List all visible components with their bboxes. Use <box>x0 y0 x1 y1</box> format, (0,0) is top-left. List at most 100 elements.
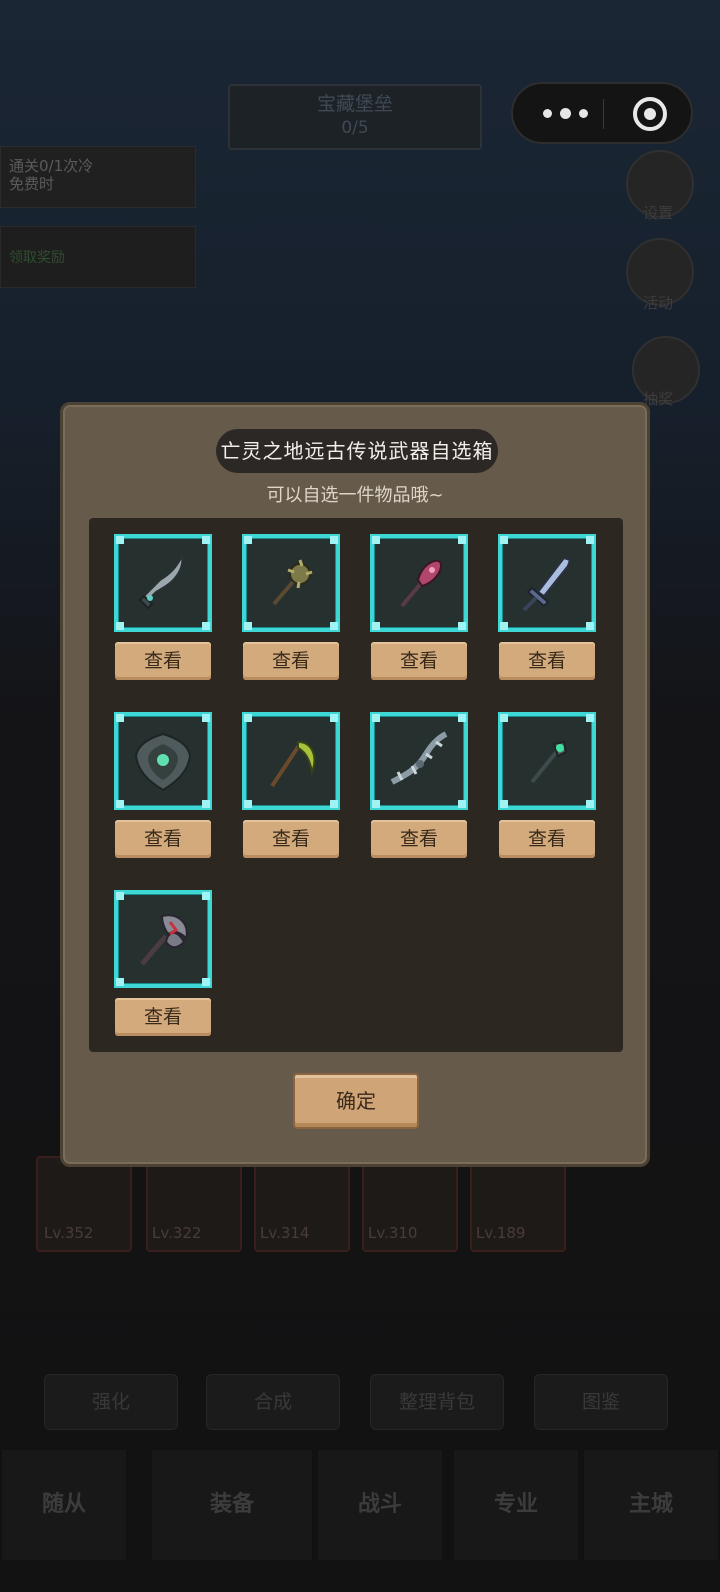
bg-card-level: Lv.310 <box>368 1224 418 1242</box>
frame-corner <box>586 714 594 722</box>
item-slot: 查看 <box>114 890 212 1036</box>
frame-corner <box>244 622 252 630</box>
frame-corner <box>202 714 210 722</box>
frame-corner <box>244 800 252 808</box>
frame-corner <box>586 622 594 630</box>
frame-corner <box>372 800 380 808</box>
view-button[interactable]: 查看 <box>499 820 595 858</box>
nav-main-city: 主城 <box>584 1450 718 1560</box>
spiked-mace-icon <box>272 559 313 606</box>
emerald-staff-icon <box>530 740 568 784</box>
ice-sword-icon <box>522 556 572 612</box>
confirm-button[interactable]: 确定 <box>293 1073 419 1129</box>
frame-corner <box>330 622 338 630</box>
frame-corner <box>500 800 508 808</box>
frame-corner <box>500 622 508 630</box>
weapon-select-dialog: 亡灵之地远古传说武器自选箱 可以自选一件物品哦~ 查看 查看 查看 查看 查看 … <box>60 402 650 1167</box>
side-label-settings: 设置 <box>642 204 673 222</box>
view-button[interactable]: 查看 <box>371 642 467 680</box>
view-button[interactable]: 查看 <box>499 642 595 680</box>
view-button[interactable]: 查看 <box>115 998 211 1036</box>
view-button[interactable]: 查看 <box>115 820 211 858</box>
item-frame[interactable] <box>370 534 468 632</box>
nav-followers: 随从 <box>2 1450 126 1560</box>
item-frame[interactable] <box>114 534 212 632</box>
view-button[interactable]: 查看 <box>243 642 339 680</box>
frame-corner <box>202 978 210 986</box>
frame-corner <box>330 800 338 808</box>
frame-corner <box>244 536 252 544</box>
crimson-scepter-icon <box>400 559 442 608</box>
frame-corner <box>116 892 124 900</box>
more-menu-button[interactable] <box>539 84 599 142</box>
bg-card-level: Lv.352 <box>44 1224 94 1242</box>
frame-corner <box>116 714 124 722</box>
frame-corner <box>458 714 466 722</box>
quest-panel-2: 领取奖励 <box>0 226 196 288</box>
dialog-title: 亡灵之地远古传说武器自选箱 <box>216 429 498 473</box>
item-slot: 查看 <box>498 712 596 858</box>
tab-synthesize: 合成 <box>206 1374 340 1430</box>
quest-line-1: 通关0/1次冷 <box>9 157 94 175</box>
bg-card-level: Lv.322 <box>152 1224 202 1242</box>
view-button[interactable]: 查看 <box>371 820 467 858</box>
quest-line-2: 免费时 <box>9 175 55 193</box>
frame-corner <box>586 536 594 544</box>
item-frame[interactable] <box>114 890 212 988</box>
frame-corner <box>586 800 594 808</box>
item-slot: 查看 <box>114 712 212 858</box>
nav-profession: 专业 <box>454 1450 578 1560</box>
frame-corner <box>202 800 210 808</box>
frame-corner <box>458 622 466 630</box>
bg-card-level: Lv.314 <box>260 1224 310 1242</box>
item-slot: 查看 <box>370 712 468 858</box>
dialog-subtitle: 可以自选一件物品哦~ <box>266 485 444 506</box>
capsule-divider <box>603 99 604 129</box>
view-button[interactable]: 查看 <box>115 642 211 680</box>
item-frame[interactable] <box>370 712 468 810</box>
quest-panel: 通关0/1次冷 免费时 <box>0 146 196 208</box>
bg-card-level: Lv.189 <box>476 1224 526 1242</box>
frame-corner <box>116 800 124 808</box>
nav-battle: 战斗 <box>318 1450 442 1560</box>
item-slot: 查看 <box>370 534 468 680</box>
item-grid: 查看 查看 查看 查看 查看 查看 查看 查看 查看 <box>89 518 623 1052</box>
frame-corner <box>202 622 210 630</box>
frame-corner <box>500 536 508 544</box>
frame-corner <box>500 714 508 722</box>
frame-corner <box>372 622 380 630</box>
frame-corner <box>202 536 210 544</box>
dark-shield-icon <box>134 732 192 792</box>
tab-organize: 整理背包 <box>370 1374 504 1430</box>
frame-corner <box>458 800 466 808</box>
game-screen: 宝藏堡垒 0/5 通关0/1次冷 免费时 领取奖励 设置 活动 抽奖 Lv.35… <box>0 0 720 1592</box>
frame-corner <box>116 622 124 630</box>
item-frame[interactable] <box>242 712 340 810</box>
dungeon-banner-title: 宝藏堡垒 <box>316 93 393 115</box>
blood-axe-icon <box>140 914 188 966</box>
close-miniprogram-icon[interactable] <box>633 97 667 131</box>
side-label-activity: 活动 <box>642 294 673 312</box>
frame-corner <box>330 536 338 544</box>
frame-corner <box>458 536 466 544</box>
frame-corner <box>116 536 124 544</box>
more-dot <box>579 109 588 118</box>
bone-bow-icon <box>390 731 448 785</box>
tab-enhance: 强化 <box>44 1374 178 1430</box>
more-dot <box>543 109 552 118</box>
harvest-scythe-icon <box>270 740 316 788</box>
item-frame[interactable] <box>242 534 340 632</box>
frame-corner <box>330 714 338 722</box>
view-button[interactable]: 查看 <box>243 820 339 858</box>
frame-corner <box>372 714 380 722</box>
item-frame[interactable] <box>114 712 212 810</box>
frame-corner <box>116 978 124 986</box>
quest-panel-2-text: 领取奖励 <box>9 250 65 266</box>
miniprogram-capsule <box>511 82 693 144</box>
item-slot: 查看 <box>242 534 340 680</box>
item-frame[interactable] <box>498 712 596 810</box>
frame-corner <box>202 892 210 900</box>
tab-codex: 图鉴 <box>534 1374 668 1430</box>
scythe-blade-icon <box>138 552 184 610</box>
item-frame[interactable] <box>498 534 596 632</box>
